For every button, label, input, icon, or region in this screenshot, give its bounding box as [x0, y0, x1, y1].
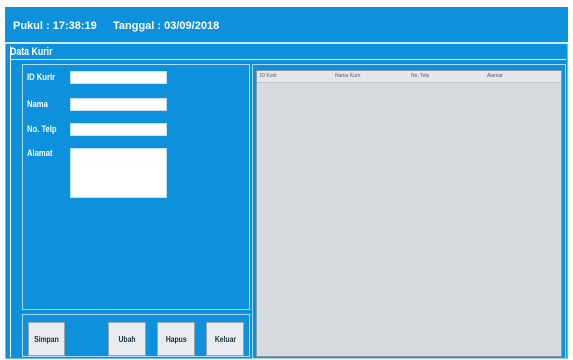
ubah-button[interactable]: Ubah: [108, 322, 146, 356]
table-header: ID Kurir Nama Kurir No. Telp Alamat: [257, 71, 561, 83]
telp-label: No. Telp: [27, 124, 57, 134]
hapus-button[interactable]: Hapus: [157, 322, 195, 356]
ubah-button-label: Ubah: [118, 334, 136, 344]
clock-label: Pukul : 17:38:19: [13, 20, 97, 32]
alamat-textarea[interactable]: [70, 148, 167, 198]
column-header-telp[interactable]: No. Telp: [411, 73, 429, 79]
frame-left-border: [10, 46, 11, 357]
header-bar: Pukul : 17:38:19 Tanggal : 03/09/2018: [5, 7, 568, 43]
nama-input[interactable]: [70, 98, 167, 111]
kurir-table[interactable]: ID Kurir Nama Kurir No. Telp Alamat: [256, 70, 562, 357]
header-divider: [5, 42, 568, 44]
column-header-alamat[interactable]: Alamat: [487, 73, 503, 79]
simpan-button-label: Simpan: [34, 334, 59, 344]
id-kurir-label: ID Kurir: [27, 72, 56, 82]
keluar-button-label: Keluar: [214, 334, 236, 344]
frame-title-divider: [10, 59, 566, 60]
keluar-button[interactable]: Keluar: [206, 322, 244, 356]
hapus-button-label: Hapus: [165, 334, 187, 344]
nama-label: Nama: [27, 99, 48, 109]
column-header-id[interactable]: ID Kurir: [260, 73, 277, 79]
telp-input[interactable]: [70, 123, 167, 136]
column-header-nama[interactable]: Nama Kurir: [335, 73, 360, 79]
id-kurir-input[interactable]: [70, 71, 167, 84]
date-label: Tanggal : 03/09/2018: [113, 20, 220, 32]
frame-title: Data Kurir: [10, 46, 53, 58]
simpan-button[interactable]: Simpan: [28, 322, 65, 356]
alamat-label: Alamat: [27, 148, 53, 158]
